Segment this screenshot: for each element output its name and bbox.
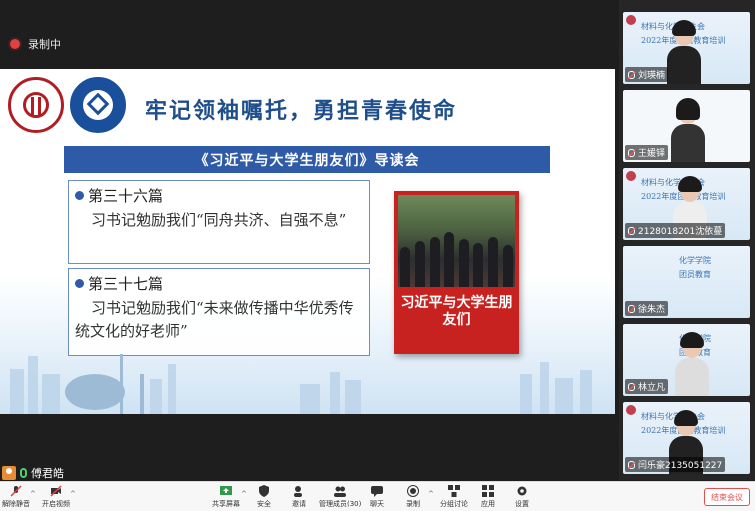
chevron-up-icon[interactable]: ^ [241, 490, 247, 498]
participant-tile[interactable]: 化学学院 团员教育 徐朱杰 [623, 246, 750, 318]
participants-button[interactable]: 管理成员(30) [319, 485, 361, 509]
speaker-name: 傅君皓 [31, 467, 64, 480]
apps-label: 应用 [481, 500, 495, 508]
share-screen-button[interactable]: 共享屏幕 [212, 485, 240, 509]
slide-headline: 牢记领袖嘱托，勇担青春使命 [145, 98, 458, 124]
participant-tile[interactable]: 材料与化学学生会2022年度团员教育培训 2128018201沈依蔓 [623, 168, 750, 240]
shared-screen: 牢记领袖嘱托，勇担青春使命 《习近平与大学生朋友们》导读会 第三十六篇 习书记勉… [0, 69, 615, 414]
camera-off-icon [50, 485, 62, 497]
record-icon [407, 485, 419, 497]
settings-label: 设置 [515, 500, 529, 508]
share-screen-icon [220, 486, 232, 495]
breakout-label: 分组讨论 [440, 500, 468, 508]
bullet-icon [75, 191, 84, 200]
participant-name: 闫乐豪2135051227 [638, 461, 723, 471]
shield-icon [259, 485, 269, 497]
meeting-toolbar: 解除静音 ^ 开启视频 ^ 共享屏幕 ^ 安全 邀请 管理成员(30) 聊天 录… [0, 481, 755, 511]
record-label: 录制 [406, 500, 420, 508]
active-speaker-label: 傅君皓 [2, 465, 64, 481]
participant-gallery[interactable]: 材料与化学学生会2022年度团员教育培训 刘瑛楠 王媛铎 材料与化学学生会202… [619, 0, 755, 480]
participant-name: 林立凡 [638, 383, 666, 393]
participant-name: 徐朱杰 [638, 305, 666, 315]
invite-label: 邀请 [292, 500, 306, 508]
settings-button[interactable]: 设置 [515, 485, 529, 509]
chevron-up-icon[interactable]: ^ [30, 490, 36, 498]
security-label: 安全 [257, 500, 271, 508]
participants-label: 管理成员(30) [319, 500, 362, 508]
share-screen-label: 共享屏幕 [212, 500, 240, 508]
section-body: 习书记勉励我们“同舟共济、自强不息” [91, 211, 347, 229]
chevron-up-icon[interactable]: ^ [428, 490, 434, 498]
breakout-button[interactable]: 分组讨论 [440, 485, 468, 509]
school-badge-icon [626, 15, 636, 25]
unmute-button[interactable]: 解除静音 [2, 485, 30, 509]
start-video-label: 开启视频 [42, 500, 70, 508]
bullet-icon [75, 279, 84, 288]
participant-tile[interactable]: 王媛铎 [623, 90, 750, 162]
university-logo-right [70, 77, 126, 133]
section-card: 第三十七篇 习书记勉励我们“未来做传播中华优秀传统文化的好老师” [68, 268, 370, 356]
start-video-button[interactable]: 开启视频 [42, 485, 70, 509]
slide-banner: 《习近平与大学生朋友们》导读会 [64, 146, 550, 173]
section-title: 第三十七篇 [88, 275, 164, 293]
participant-tile[interactable]: 材料与化学学生会2022年度团员教育培训 刘瑛楠 [623, 12, 750, 84]
section-card: 第三十六篇 习书记勉励我们“同舟共济、自强不息” [68, 180, 370, 264]
user-avatar-icon [2, 466, 16, 480]
mic-muted-icon [628, 148, 635, 157]
recording-indicator[interactable]: 录制中 [10, 36, 61, 52]
mic-muted-icon [628, 304, 635, 313]
participant-name: 2128018201沈依蔓 [638, 227, 723, 237]
recording-label: 录制中 [28, 38, 61, 51]
security-button[interactable]: 安全 [257, 485, 271, 509]
city-skyline-decoration [10, 354, 592, 414]
participant-tile[interactable]: 材料与化学学生会2022年度团员教育培训 闫乐豪2135051227 [623, 402, 750, 474]
mic-muted-icon [628, 382, 635, 391]
book-title: 习近平与大学生朋友们 [400, 295, 513, 328]
book-cover: 习近平与大学生朋友们 [394, 191, 519, 354]
invite-button[interactable]: 邀请 [292, 485, 306, 509]
participant-name: 王媛铎 [638, 149, 666, 159]
users-icon [334, 486, 347, 497]
section-body: 习书记勉励我们“未来做传播中华优秀传统文化的好老师” [75, 299, 354, 340]
unmute-label: 解除静音 [2, 500, 30, 508]
mic-muted-icon [10, 485, 22, 497]
participant-name: 刘瑛楠 [638, 71, 666, 81]
participant-tile[interactable]: 化学学院团员教育 林立凡 [623, 324, 750, 396]
chevron-up-icon[interactable]: ^ [70, 490, 76, 498]
record-dot-icon [10, 39, 20, 49]
chat-button[interactable]: 聊天 [370, 485, 384, 509]
chat-icon [371, 486, 383, 497]
record-button[interactable]: 录制 [406, 485, 420, 509]
mic-active-icon [20, 468, 27, 478]
school-badge-icon [626, 405, 636, 415]
apps-button[interactable]: 应用 [481, 485, 495, 509]
breakout-rooms-icon [448, 485, 460, 497]
mic-muted-icon [628, 226, 635, 235]
gear-icon [517, 486, 527, 496]
add-user-icon [294, 486, 302, 497]
university-logo-left [8, 77, 64, 133]
section-title: 第三十六篇 [88, 187, 164, 205]
mic-muted-icon [628, 70, 635, 79]
apps-grid-icon [482, 485, 494, 497]
chat-label: 聊天 [370, 500, 384, 508]
end-meeting-button[interactable]: 结束会议 [704, 488, 750, 506]
mic-muted-icon [628, 460, 635, 469]
school-badge-icon [626, 171, 636, 181]
